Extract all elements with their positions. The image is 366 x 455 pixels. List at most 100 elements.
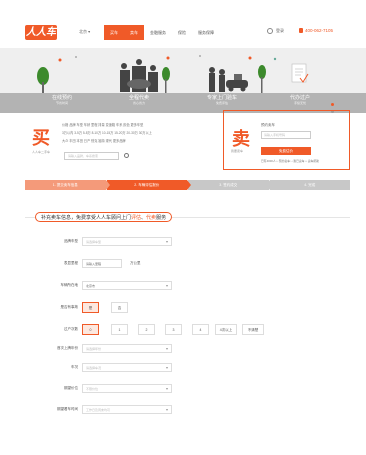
transfer-option[interactable]: 2: [138, 324, 155, 335]
select-value: 北京市: [86, 284, 96, 288]
chevron-down-icon: [166, 348, 168, 350]
chevron-down-icon: [166, 388, 168, 390]
field-label: 品牌车型: [64, 239, 78, 243]
field-mileage: 表显里程 请输入里程 万公里: [0, 259, 366, 269]
form-heading: 补充卖车信息，免费享受人人车顾问上门评估、代卖服务: [25, 212, 350, 222]
buy-heading: 买: [32, 128, 50, 148]
transfer-option[interactable]: 4次以上: [215, 324, 237, 335]
field-price: 期望价位 不限价位: [0, 384, 366, 394]
step-4: 4. 完成: [269, 180, 350, 190]
banner-item-inspection: 专家上门验车 免费评估: [207, 94, 237, 105]
search-icon[interactable]: [124, 153, 129, 158]
transfer-option[interactable]: 4: [192, 324, 209, 335]
field-label: 期望看车时间: [57, 407, 78, 411]
brand-select[interactable]: 请选择车型: [82, 237, 172, 246]
progress-steps: 1. 提交卖车信息 2. 车辆评估报价 3. 签约成交 4. 完成: [25, 180, 350, 190]
buy-filter-row[interactable]: 3万以内 3-5万 5-8万 8-10万 10-15万 15-20万 20-30…: [62, 130, 152, 135]
login-link[interactable]: 登录: [267, 28, 284, 34]
form-title-text: 服务: [156, 215, 167, 221]
hero-banner: 在线预约 节省时间 全程代卖 省心省力 专家上门验车 免费评估 代办过户 手续无…: [0, 48, 366, 113]
step-3: 3. 签约成交: [188, 180, 272, 190]
select-placeholder: 请选择车型: [86, 240, 102, 244]
select-placeholder: 请选择年份: [86, 347, 102, 351]
nav-item-insurance[interactable]: 保险: [172, 25, 192, 40]
form-title-highlight: 评估: [131, 215, 142, 221]
buy-subtitle: 人人车二手车: [32, 150, 51, 154]
field-label: 过户次数: [64, 327, 78, 331]
chevron-down-icon: [166, 409, 168, 411]
main-nav: 买车 卖车 金融服务 保险 服务保障: [104, 25, 220, 40]
field-label: 车况: [71, 365, 78, 369]
field-label: 是否有事故: [60, 305, 79, 309]
accident-option-no[interactable]: 否: [111, 302, 128, 313]
select-placeholder: 不限价位: [86, 387, 99, 391]
buy-search-input[interactable]: 请输入品牌、车系搜索: [64, 152, 119, 160]
banner-item-title: 代办过户: [290, 95, 311, 101]
banner-item-title: 全程代卖: [129, 95, 150, 101]
sell-form-title: 预约卖车: [261, 123, 275, 127]
field-condition: 车况 请选择车况: [0, 363, 366, 373]
field-brand: 品牌车型 请选择车型: [0, 237, 366, 247]
city-select[interactable]: 北京市: [82, 281, 172, 290]
reg-date-select[interactable]: 请选择年份: [82, 344, 172, 353]
sell-subtitle: 我要卖车: [231, 149, 244, 153]
city-selector[interactable]: 北京 ▾: [79, 29, 90, 35]
price-select[interactable]: 不限价位: [82, 384, 172, 393]
field-transfers: 过户次数 0 1 2 3 4 4次以上 不清楚: [0, 324, 366, 335]
form-title-highlight: 代卖: [146, 215, 157, 221]
transfer-option[interactable]: 0: [82, 324, 99, 335]
nav-item-guarantee[interactable]: 服务保障: [192, 25, 220, 40]
sell-links[interactable]: 已有4000人 □ 预约卖车 □ 我已卖车 □ 卖车帮助: [261, 159, 319, 163]
condition-select[interactable]: 请选择车况: [82, 363, 172, 372]
banner-item-sub: 免费评估: [216, 101, 229, 105]
user-icon: [267, 28, 273, 34]
banner-dot[interactable]: [331, 103, 334, 106]
form-title: 补充卖车信息，免费享受人人车顾问上门评估、代卖服务: [35, 212, 173, 222]
field-inspect-time: 期望看车时间 工作日及周末均可: [0, 405, 366, 415]
transfer-option[interactable]: 1: [111, 324, 128, 335]
sell-panel: 卖 我要卖车 预约卖车 请输入手机号码 免费估价 已有4000人 □ 预约卖车 …: [223, 110, 350, 170]
login-label: 登录: [276, 28, 284, 33]
step-1: 1. 提交卖车信息: [25, 180, 109, 190]
inspect-time-select[interactable]: 工作日及周末均可: [82, 405, 172, 414]
site-header: 人人车 北京 ▾ 买车 卖车 金融服务 保险 服务保障 登录 400-062-7…: [0, 0, 366, 40]
site-logo[interactable]: 人人车: [25, 25, 57, 40]
banner-item-transfer: 代办过户 手续无忧: [290, 94, 310, 105]
banner-item-title: 专家上门验车: [207, 95, 238, 101]
select-placeholder: 请选择车况: [86, 366, 102, 370]
hotline-number: 400-062-7105: [305, 28, 334, 33]
banner-item-sub: 节省时间: [56, 101, 69, 105]
banner-item-appointment: 在线预约 节省时间: [52, 94, 72, 105]
chevron-down-icon: [166, 285, 168, 287]
select-placeholder: 工作日及周末均可: [86, 408, 111, 412]
buy-filter-row[interactable]: 大众 丰田 本田 日产 别克 福特 现代 更多品牌: [62, 138, 126, 143]
transfer-option[interactable]: 3: [165, 324, 182, 335]
banner-item-sub: 省心省力: [133, 101, 146, 105]
field-label: 车辆所在地: [60, 283, 79, 287]
chevron-down-icon: [166, 241, 168, 243]
nav-item-finance[interactable]: 金融服务: [144, 25, 172, 40]
transfer-option[interactable]: 不清楚: [242, 324, 264, 335]
banner-item-sub: 手续无忧: [294, 101, 307, 105]
field-label: 表显里程: [64, 261, 78, 265]
nav-item-buy[interactable]: 买车: [104, 25, 124, 40]
mileage-unit: 万公里: [130, 261, 141, 265]
banner-item-consign: 全程代卖 省心省力: [129, 94, 149, 105]
hotline: 400-062-7105: [299, 28, 333, 33]
field-city: 车辆所在地 北京市: [0, 281, 366, 291]
form-title-text: 补充卖车信息，免费享受人人车顾问上门: [41, 215, 132, 221]
buy-filter-row[interactable]: 价格 品牌 车型 车龄 里程 排量 变速箱 车系 颜色 更多车型: [62, 122, 143, 127]
field-accident: 是否有事故 是 否: [0, 302, 366, 313]
step-2: 2. 车辆评估报价: [106, 180, 191, 190]
buy-panel: 买 人人车二手车 价格 品牌 车型 车龄 里程 排量 变速箱 车系 颜色 更多车…: [32, 118, 222, 168]
phone-input[interactable]: 请输入手机号码: [261, 131, 311, 139]
phone-icon: [299, 28, 303, 33]
sell-heading: 卖: [232, 129, 250, 149]
banner-item-title: 在线预约: [52, 95, 73, 101]
mileage-input[interactable]: 请输入里程: [82, 259, 122, 268]
field-label: 首次上牌年份: [57, 346, 78, 350]
accident-option-yes[interactable]: 是: [82, 302, 99, 313]
chevron-down-icon: [166, 367, 168, 369]
free-valuation-button[interactable]: 免费估价: [261, 147, 311, 155]
nav-item-sell[interactable]: 卖车: [124, 25, 144, 40]
